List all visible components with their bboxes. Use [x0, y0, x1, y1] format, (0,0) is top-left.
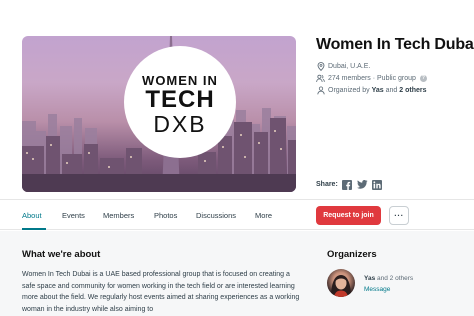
organizer-and-others[interactable]: and 2 others — [375, 275, 413, 282]
organizer-names: Yas and 2 others — [364, 275, 413, 282]
more-options-button[interactable]: ··· — [389, 206, 409, 225]
about-description: Women In Tech Dubai is a UAE based profe… — [22, 271, 300, 313]
help-icon[interactable]: ? — [419, 75, 427, 82]
people-icon — [316, 74, 325, 83]
person-icon — [316, 86, 325, 95]
tab-events[interactable]: Events — [62, 211, 85, 220]
group-logo: WOMEN IN TECH DXB — [124, 46, 236, 158]
logo-line-3: DXB — [153, 111, 207, 137]
organizer-avatar[interactable] — [327, 269, 355, 297]
organizer-name[interactable]: Yas — [364, 275, 375, 282]
twitter-icon[interactable] — [356, 179, 368, 190]
group-title: Women In Tech Dubai — [316, 36, 474, 53]
logo-line-2: TECH — [145, 86, 215, 113]
tab-about[interactable]: About — [22, 211, 42, 220]
group-banner-image: WOMEN IN TECH DXB — [22, 36, 296, 192]
tab-discussions[interactable]: Discussions — [196, 211, 236, 220]
group-members-row: 274 members · Public group ? — [316, 74, 427, 83]
organized-by-and: and — [383, 87, 400, 94]
location-pin-icon — [316, 62, 325, 71]
group-location[interactable]: Dubai, U.A.E. — [328, 63, 370, 70]
active-tab-indicator — [22, 228, 46, 230]
group-nav-bar: About Events Members Photos Discussions … — [0, 199, 474, 230]
request-to-join-button[interactable]: Request to join — [316, 206, 381, 225]
about-heading: What we're about — [22, 249, 101, 260]
group-members-count[interactable]: 274 members · Public group — [328, 75, 416, 82]
facebook-icon[interactable] — [342, 179, 353, 190]
group-location-row: Dubai, U.A.E. — [316, 62, 370, 71]
tab-members[interactable]: Members — [103, 211, 134, 220]
tab-photos[interactable]: Photos — [154, 211, 177, 220]
share-row: Share: — [316, 179, 383, 190]
linkedin-icon[interactable] — [372, 179, 383, 190]
organizers-heading: Organizers — [327, 249, 377, 260]
tab-more[interactable]: More — [255, 211, 272, 220]
message-organizer-link[interactable]: Message — [364, 286, 390, 293]
organized-by-prefix: Organized by — [328, 87, 372, 94]
group-page: WOMEN IN TECH DXB Women In Tech Dubai Du… — [0, 0, 474, 316]
group-organizer-row: Organized by Yas and 2 others — [316, 86, 426, 95]
organizer-others-link[interactable]: 2 others — [399, 87, 426, 94]
share-label: Share: — [316, 181, 338, 188]
organizer-name-link[interactable]: Yas — [372, 87, 384, 94]
group-details-section: What we're about Women In Tech Dubai is … — [0, 231, 474, 316]
